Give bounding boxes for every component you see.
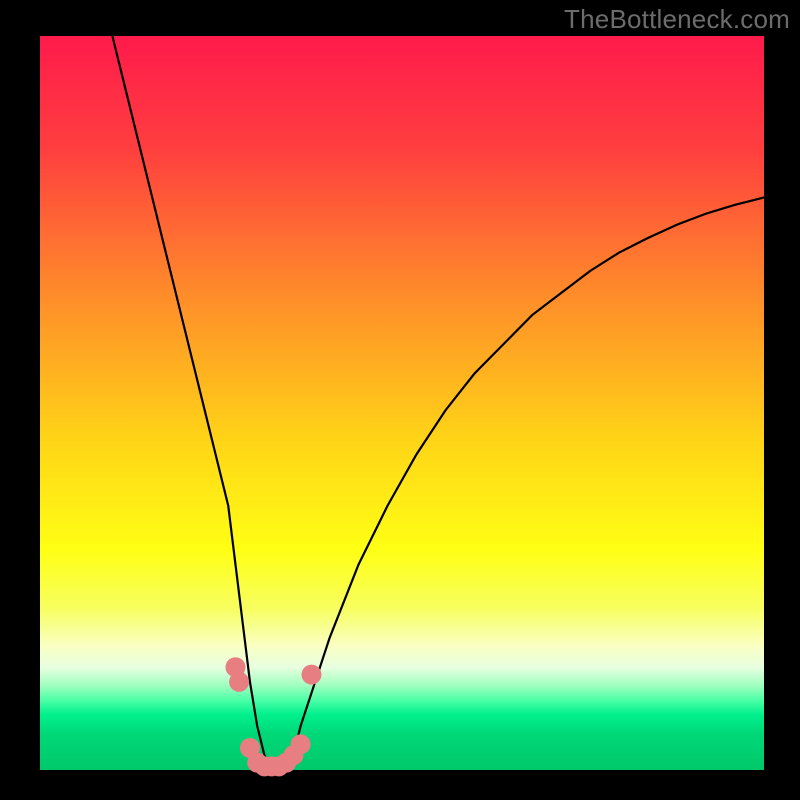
plot-background [40,36,764,770]
highlight-dot [229,672,249,692]
highlight-dot [291,734,311,754]
highlight-dot [302,665,322,685]
watermark-text: TheBottleneck.com [564,4,790,35]
bottleneck-chart [0,0,800,800]
chart-frame: TheBottleneck.com [0,0,800,800]
